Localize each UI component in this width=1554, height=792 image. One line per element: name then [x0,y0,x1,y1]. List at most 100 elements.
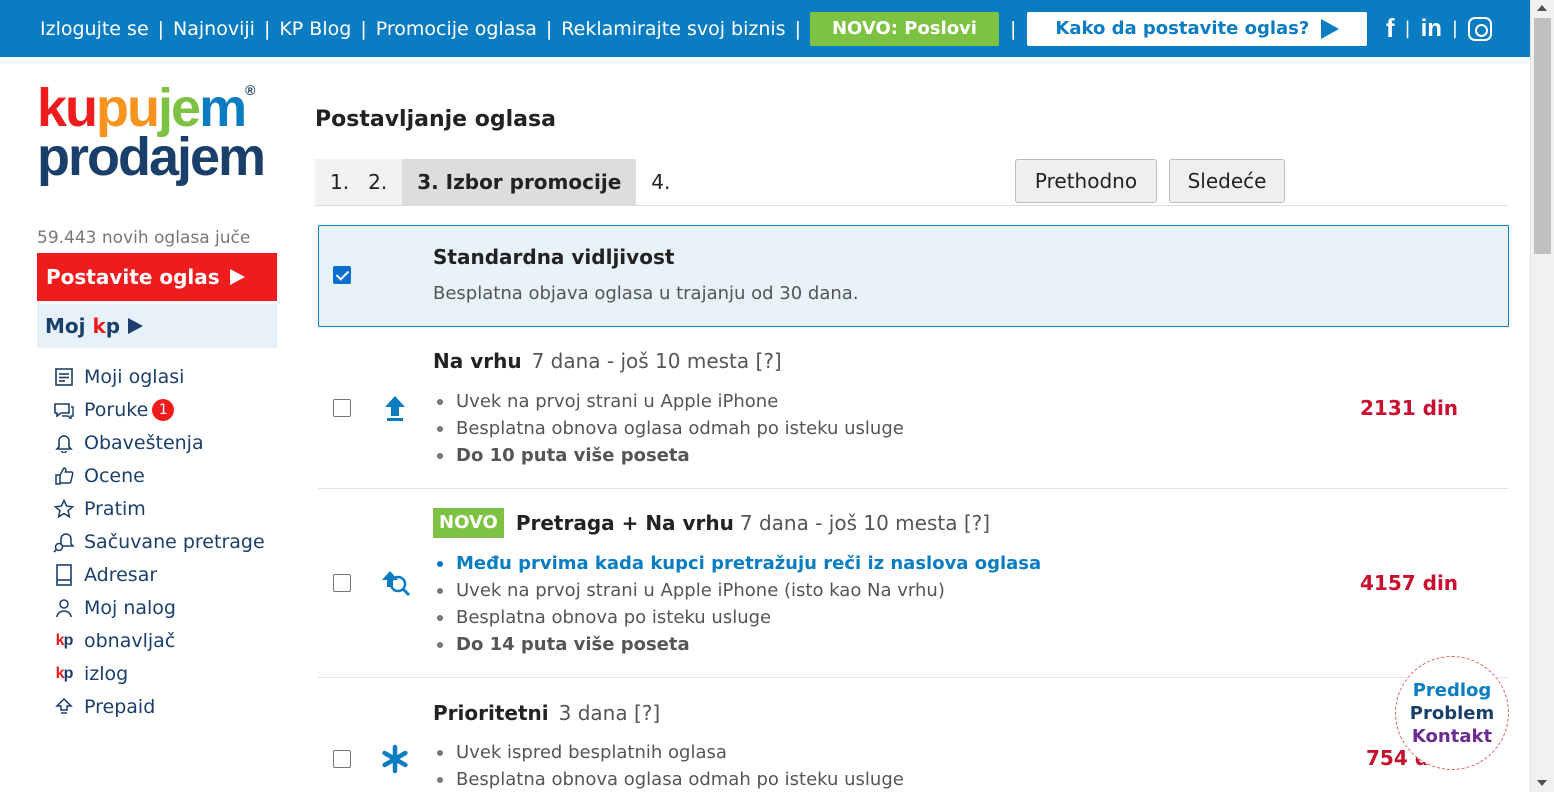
bullet-icon [437,452,443,459]
search-top-option-price: 4157 din [1360,571,1459,595]
new-ads-count: 59.443 novih oglasa juče [37,228,251,248]
sidebar-item-saved-searches[interactable]: Sačuvane pretrage [52,525,265,558]
list-item: Do 14 puta više poseta [437,631,1041,658]
problem-link[interactable]: Problem [1410,702,1494,725]
bullet-text: Uvek ispred besplatnih oglasa [456,742,727,763]
suggestion-link[interactable]: Predlog [1413,679,1492,702]
sidebar-item-label: Ocene [84,464,145,487]
my-kp-label: Moj kp [45,314,120,338]
sidebar-item-label: Adresar [84,563,158,586]
star-icon [52,498,76,519]
feedback-widget[interactable]: Predlog Problem Kontakt [1395,656,1509,770]
separator: | [157,17,165,40]
list-item: Besplatna obnova oglasa odmah po isteku … [437,415,904,442]
how-to-post-button[interactable]: Kako da postavite oglas? [1027,11,1368,46]
search-top-option-title: NOVO Pretraga + Na vrhu 7 dana - još 10 m… [433,508,990,538]
sidebar-item-address-book[interactable]: Adresar [52,558,265,591]
step-4-tab[interactable]: 4. [636,159,685,205]
contact-link[interactable]: Kontakt [1412,725,1492,748]
bullet-text: Besplatna obnova oglasa odmah po isteku … [456,769,904,790]
previous-button[interactable]: Prethodno [1015,159,1157,203]
list-item: Do 10 puta više poseta [437,442,904,469]
instagram-icon[interactable] [1468,16,1492,41]
bullet-text: Do 14 puta više poseta [456,634,690,655]
standard-visibility-checkbox[interactable] [333,266,351,284]
search-top-option-checkbox[interactable] [333,574,351,592]
advertise-business-link[interactable]: Reklamirajte svoj biznis [561,18,785,40]
step-3-tab[interactable]: 3. Izbor promocije [402,159,637,205]
blog-link[interactable]: KP Blog [279,18,351,40]
scroll-thumb[interactable] [1534,18,1551,254]
bullet-text: Među prvima kada kupci pretražuju reči i… [456,553,1042,574]
standard-visibility-option[interactable]: Standardna vidljivost Besplatna objava o… [318,225,1509,327]
list-item: Uvek na prvoj strani u Apple iPhone (ist… [437,577,1041,604]
sidebar-item-messages[interactable]: Poruke 1 [52,393,265,426]
top-option-title: Na vrhu 7 dana - još 10 mesta [?] [433,349,782,373]
bullet-icon [437,776,443,783]
kupujem-prodajem-logo[interactable]: kupujem® prodajem [37,81,266,187]
thumbs-up-icon [52,466,76,486]
list-item: Uvek na prvoj strani u Apple iPhone [437,388,904,415]
sidebar-item-showcase[interactable]: kp izlog [52,657,265,690]
my-kp-button[interactable]: Moj kp [37,304,277,348]
step-2-tab[interactable]: 2. [364,159,403,205]
play-arrow-icon [229,269,245,285]
bullet-icon [437,614,443,621]
sidebar-item-my-account[interactable]: Moj nalog [52,591,265,624]
option-name: Prioritetni [433,701,549,725]
scrollbar[interactable] [1530,0,1554,792]
kp-k: k [92,314,106,338]
option-meta: 7 dana - još 10 mesta [?] [531,349,782,373]
option-meta: 7 dana - još 10 mesta [?] [739,511,991,535]
my-kp-prefix: Moj [45,314,93,338]
kp-icon-p: p [63,631,74,649]
linkedin-icon[interactable]: in [1421,15,1442,43]
bullet-text: Besplatna obnova oglasa odmah po isteku … [456,418,904,439]
asterisk-icon [382,744,408,774]
how-to-post-label: Kako da postavite oglas? [1055,17,1310,39]
option-description: Besplatna objava oglasa u trajanju od 30… [433,283,859,304]
bullet-text: Uvek na prvoj strani u Apple iPhone (ist… [456,580,945,601]
sidebar-item-notifications[interactable]: Obaveštenja [52,426,265,459]
scroll-up-icon[interactable] [1537,5,1547,11]
option-meta: 3 dana [?] [558,701,661,725]
bullet-icon [437,398,443,405]
jobs-new-button[interactable]: NOVO: Poslovi [809,11,999,46]
post-ad-button[interactable]: Postavite oglas [37,253,277,301]
separator: | [794,17,801,40]
divider [315,205,1508,206]
sidebar-item-following[interactable]: Pratim [52,492,265,525]
newest-link[interactable]: Najnoviji [173,18,255,40]
logo-line2: prodajem [37,126,266,187]
next-button[interactable]: Sledeće [1169,159,1285,203]
play-arrow-icon [1321,18,1340,39]
ad-promotions-link[interactable]: Promocije oglasa [376,18,537,40]
sidebar-item-label: Obaveštenja [84,431,204,454]
priority-option-checkbox[interactable] [333,750,351,768]
logout-link[interactable]: Izlogujte se [40,18,149,40]
sidebar-item-ratings[interactable]: Ocene [52,459,265,492]
messages-icon [52,401,76,419]
divider [318,677,1509,678]
scroll-down-icon[interactable] [1537,780,1547,786]
bullet-icon [437,749,443,756]
sidebar-item-prepaid[interactable]: Prepaid [52,690,265,723]
sidebar-item-my-ads[interactable]: Moji oglasi [52,360,265,393]
top-bar: Izlogujte se | Najnoviji | KP Blog | Pro… [0,0,1530,57]
sidebar-item-label: obnavljač [84,629,176,652]
option-title: Standardna vidljivost [433,245,675,269]
kp-icon-k: k [55,664,65,682]
top-option-bullets: Uvek na prvoj strani u Apple iPhone Besp… [437,388,904,469]
arrow-up-icon [385,396,405,421]
sidebar-item-renewer[interactable]: kp obnavljač [52,624,265,657]
facebook-icon[interactable]: f [1386,13,1395,44]
bullet-icon [437,587,443,594]
priority-option-title: Prioritetni 3 dana [?] [433,701,660,725]
unread-badge: 1 [152,398,175,421]
step-1-tab[interactable]: 1. [315,159,365,205]
separator: | [545,17,553,40]
option-name: Pretraga + Na vrhu [515,511,734,535]
top-option-checkbox[interactable] [333,399,351,417]
sidebar-item-label: Pratim [84,497,146,520]
list-item: Među prvima kada kupci pretražuju reči i… [437,550,1041,577]
